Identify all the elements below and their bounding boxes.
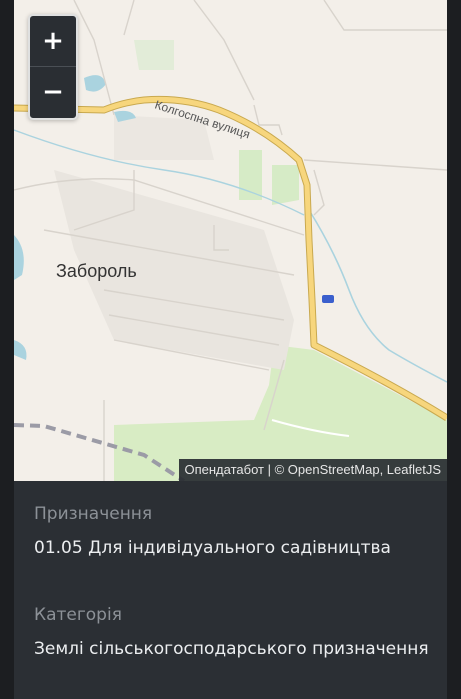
attribution-osm-link[interactable]: © OpenStreetMap bbox=[275, 462, 380, 477]
map-view[interactable]: Забороль Колгоспна вулиця + − Опендатабо… bbox=[14, 0, 447, 481]
parcel-details: Призначення 01.05 Для індивідуального са… bbox=[34, 502, 434, 699]
zoom-control: + − bbox=[28, 14, 78, 120]
attribution-separator: | bbox=[263, 462, 275, 477]
purpose-value: 01.05 Для індивідуального садівництва bbox=[34, 538, 391, 558]
category-label: Категорія bbox=[34, 605, 122, 625]
map-tiles: Забороль Колгоспна вулиця bbox=[14, 0, 447, 481]
category-field: Категорія Землі сільськогосподарського п… bbox=[34, 603, 434, 664]
attribution-provider-link[interactable]: Опендатабот bbox=[185, 462, 264, 477]
category-value: Землі сільськогосподарського призначення bbox=[34, 639, 429, 659]
attribution-leaflet-link[interactable]: LeafletJS bbox=[387, 462, 441, 477]
bus-stop-icon bbox=[322, 295, 334, 303]
purpose-label: Призначення bbox=[34, 504, 153, 524]
zoom-in-button[interactable]: + bbox=[30, 16, 76, 66]
map-attribution: Опендатабот | © OpenStreetMap, LeafletJS bbox=[178, 459, 447, 481]
place-label: Забороль bbox=[56, 261, 137, 281]
parcel-card: Забороль Колгоспна вулиця + − Опендатабо… bbox=[14, 0, 447, 699]
attribution-separator-2: , bbox=[379, 462, 387, 477]
zoom-out-button[interactable]: − bbox=[30, 66, 76, 117]
purpose-field: Призначення 01.05 Для індивідуального са… bbox=[34, 502, 434, 563]
